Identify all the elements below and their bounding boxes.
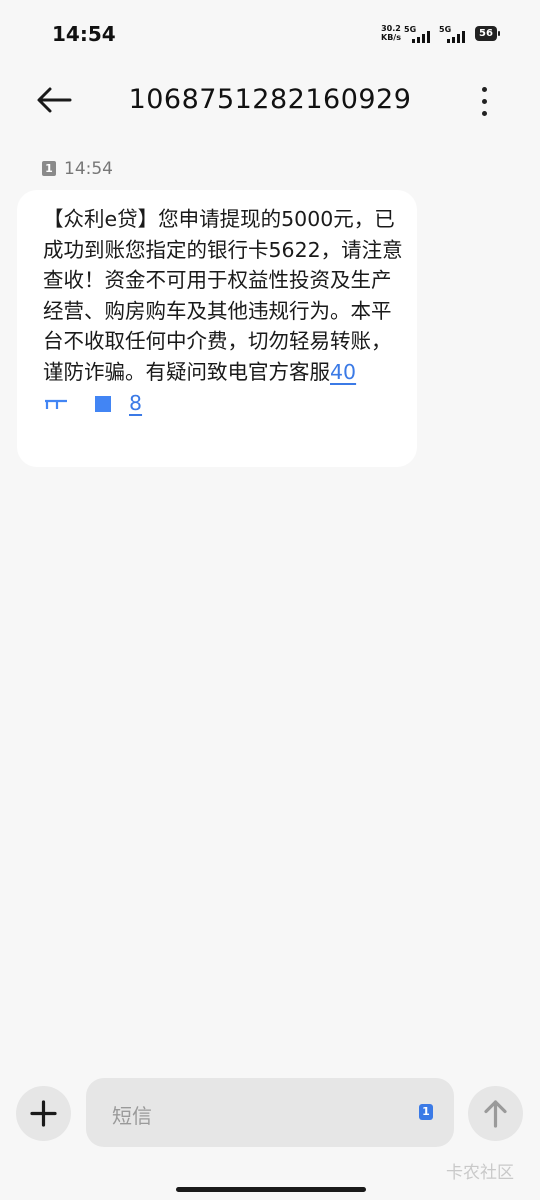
conversation-title: 1068751282160929 — [128, 84, 412, 115]
sim-badge: 1 — [42, 161, 56, 176]
network-speed-value: 30.2 — [381, 24, 401, 33]
more-vertical-icon — [482, 87, 487, 92]
watermark: 卡农社区 — [446, 1163, 514, 1183]
sim-select-button[interactable]: 1 — [419, 1104, 433, 1120]
more-vertical-icon — [482, 99, 487, 104]
back-button[interactable] — [34, 82, 74, 122]
status-time: 14:54 — [52, 22, 116, 46]
message-time: 14:54 — [64, 159, 113, 179]
status-bar: 14:54 30.2 KB/s 5G 5G 56 — [0, 0, 540, 70]
message-text: 【众利e贷】您申请提现的5000元，已成功到账您指定的银行卡5622，请注意查收… — [43, 204, 403, 418]
phone-prefix: 40 — [330, 359, 357, 384]
battery-icon: 56 — [475, 26, 500, 41]
message-input[interactable]: 短信 1 — [86, 1078, 454, 1147]
arrow-up-icon — [484, 1100, 507, 1128]
home-indicator[interactable] — [176, 1187, 366, 1192]
message-body: 【众利e贷】您申请提现的5000元，已成功到账您指定的银行卡5622，请注意查收… — [43, 207, 403, 384]
arrow-left-icon — [37, 87, 72, 113]
more-options-button[interactable] — [472, 84, 496, 120]
redaction-block-icon — [95, 395, 111, 412]
more-vertical-icon — [482, 111, 487, 116]
signal-bars-icon — [412, 31, 430, 43]
message-input-placeholder: 短信 — [112, 1104, 152, 1128]
network-speed: 30.2 KB/s — [381, 24, 401, 42]
signal-bars-icon — [447, 31, 465, 43]
send-button[interactable] — [468, 1086, 523, 1141]
add-attachment-button[interactable] — [16, 1086, 71, 1141]
redaction-mark-icon — [45, 399, 67, 409]
message-bubble[interactable]: 【众利e贷】您申请提现的5000元，已成功到账您指定的银行卡5622，请注意查收… — [17, 190, 417, 467]
plus-icon — [30, 1100, 57, 1127]
network-speed-unit: KB/s — [381, 33, 401, 42]
signal-sim2: 5G — [439, 25, 467, 45]
signal-sim1: 5G — [404, 25, 432, 45]
phone-suffix: 8 — [129, 390, 143, 415]
